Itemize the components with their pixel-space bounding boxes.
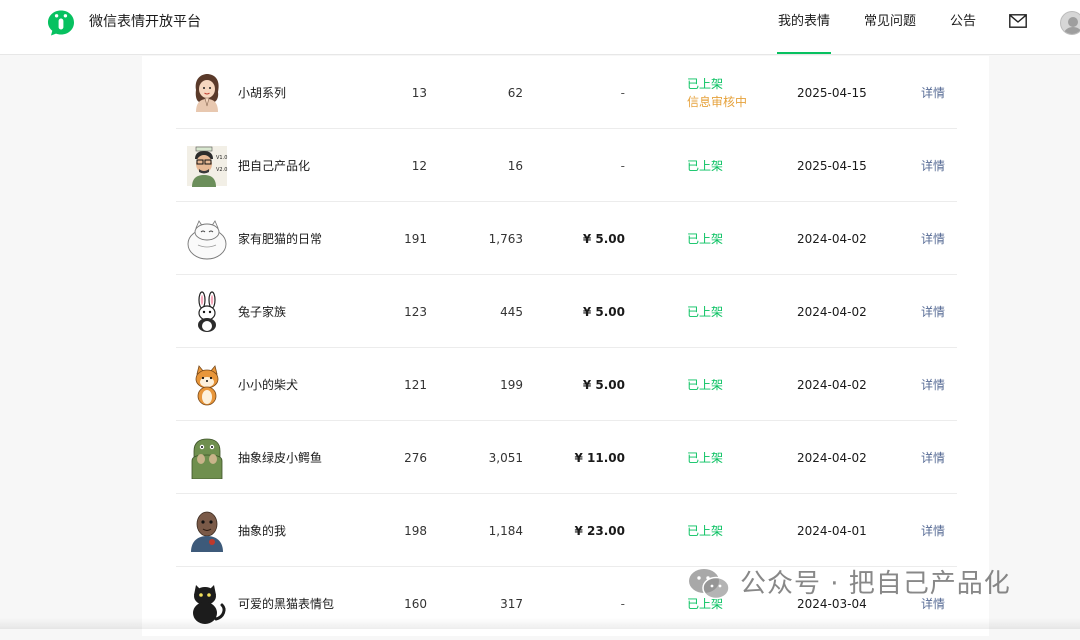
count-value: 191 xyxy=(404,232,427,246)
wechat-icon xyxy=(689,569,730,600)
sticker-name: 小小的柴犬 xyxy=(238,378,299,392)
count-value: 13 xyxy=(411,86,427,100)
date-value: 2024-04-02 xyxy=(797,305,867,319)
price-value: ¥ 5.00 xyxy=(582,232,625,246)
count-value: 276 xyxy=(404,451,427,465)
count-value: 1,763 xyxy=(488,232,523,246)
count-value: 123 xyxy=(404,305,427,319)
status-badge: 已上架 xyxy=(687,451,724,465)
count-value: 12 xyxy=(411,159,427,173)
sticker-name: 小胡系列 xyxy=(238,86,287,100)
sticker-name: 可爱的黑猫表情包 xyxy=(238,597,335,611)
sticker-name: 兔子家族 xyxy=(238,305,287,319)
sticker-name: 家有肥猫的日常 xyxy=(238,232,323,246)
status-badge: 已上架 xyxy=(687,77,724,91)
count-value: 445 xyxy=(500,305,523,319)
table-row[interactable]: V1.0 V2.0 把自己产品化 12 16 - 已上架 2025-04-15 … xyxy=(176,129,957,202)
detail-link[interactable]: 详情 xyxy=(921,85,945,101)
date-value: 2025-04-15 xyxy=(797,159,867,173)
detail-link[interactable]: 详情 xyxy=(921,450,945,466)
count-value: 199 xyxy=(500,378,523,392)
watermark-text: 公众号 · 把自己产品化 xyxy=(740,569,1011,599)
avatar-icon xyxy=(1063,17,1080,34)
status-badge: 已上架 xyxy=(687,232,724,246)
date-value: 2024-04-02 xyxy=(797,378,867,392)
mail-icon[interactable] xyxy=(1009,14,1027,28)
abstract-me-sticker-icon xyxy=(191,511,223,552)
price-value: ¥ 11.00 xyxy=(574,451,625,465)
site-title[interactable]: 微信表情开放平台 xyxy=(89,12,201,32)
review-status-badge: 信息审核中 xyxy=(687,95,748,109)
bottom-shade xyxy=(0,618,1080,629)
price-value: - xyxy=(620,159,625,173)
status-badge: 已上架 xyxy=(687,159,724,173)
date-value: 2024-04-01 xyxy=(797,524,867,538)
wechat-sticker-logo-icon[interactable] xyxy=(47,9,75,37)
count-value: 317 xyxy=(500,597,523,611)
price-value: ¥ 5.00 xyxy=(582,378,625,392)
sticker-list-panel: 小胡系列 13 62 - 已上架 信息审核中 2025-04-15 详情 V1.… xyxy=(142,56,989,636)
count-value: 160 xyxy=(404,597,427,611)
date-value: 2024-04-02 xyxy=(797,451,867,465)
count-value: 121 xyxy=(404,378,427,392)
girl-praying-sticker-icon xyxy=(195,74,219,112)
top-navigation-bar: 微信表情开放平台 我的表情 常见问题 公告 xyxy=(0,0,1080,55)
user-avatar[interactable] xyxy=(1060,11,1080,35)
detail-link[interactable]: 详情 xyxy=(921,231,945,247)
table-row[interactable]: 小胡系列 13 62 - 已上架 信息审核中 2025-04-15 详情 xyxy=(176,56,957,129)
detail-link[interactable]: 详情 xyxy=(921,158,945,174)
fat-white-cat-sticker-icon xyxy=(187,220,227,260)
shiba-dog-sticker-icon xyxy=(195,365,219,406)
nav-faq[interactable]: 常见问题 xyxy=(864,12,916,32)
count-value: 3,051 xyxy=(488,451,523,465)
price-value: ¥ 5.00 xyxy=(582,305,625,319)
table-row[interactable]: 兔子家族 123 445 ¥ 5.00 已上架 2024-04-02 详情 xyxy=(176,275,957,348)
date-value: 2025-04-15 xyxy=(797,86,867,100)
sticker-name: 把自己产品化 xyxy=(238,159,311,173)
count-value: 198 xyxy=(404,524,427,538)
count-value: 1,184 xyxy=(488,524,523,538)
price-value: ¥ 23.00 xyxy=(574,524,625,538)
rabbit-sticker-icon xyxy=(198,291,216,332)
detail-link[interactable]: 详情 xyxy=(921,523,945,539)
man-with-glasses-sticker-icon: V1.0 V2.0 xyxy=(187,146,227,187)
nav-my-stickers[interactable]: 我的表情 xyxy=(776,12,832,54)
status-badge: 已上架 xyxy=(687,305,724,319)
detail-link[interactable]: 详情 xyxy=(921,377,945,393)
table-row[interactable]: 抽象绿皮小鳄鱼 276 3,051 ¥ 11.00 已上架 2024-04-02… xyxy=(176,421,957,494)
table-row[interactable]: 小小的柴犬 121 199 ¥ 5.00 已上架 2024-04-02 详情 xyxy=(176,348,957,421)
table-row[interactable]: 抽象的我 198 1,184 ¥ 23.00 已上架 2024-04-01 详情 xyxy=(176,494,957,567)
nav-announcements[interactable]: 公告 xyxy=(950,12,976,32)
sticker-name: 抽象绿皮小鳄鱼 xyxy=(238,451,323,465)
detail-link[interactable]: 详情 xyxy=(921,304,945,320)
green-crocodile-sticker-icon xyxy=(191,438,223,479)
count-value: 62 xyxy=(507,86,523,100)
status-badge: 已上架 xyxy=(687,378,724,392)
table-row[interactable]: 家有肥猫的日常 191 1,763 ¥ 5.00 已上架 2024-04-02 … xyxy=(176,202,957,275)
version-label: V2.0 xyxy=(216,167,227,173)
status-badge: 已上架 xyxy=(687,524,724,538)
date-value: 2024-04-02 xyxy=(797,232,867,246)
count-value: 16 xyxy=(507,159,523,173)
price-value: - xyxy=(620,597,625,611)
sticker-name: 抽象的我 xyxy=(238,524,287,538)
price-value: - xyxy=(620,86,625,100)
version-label: V1.0 xyxy=(216,155,227,161)
